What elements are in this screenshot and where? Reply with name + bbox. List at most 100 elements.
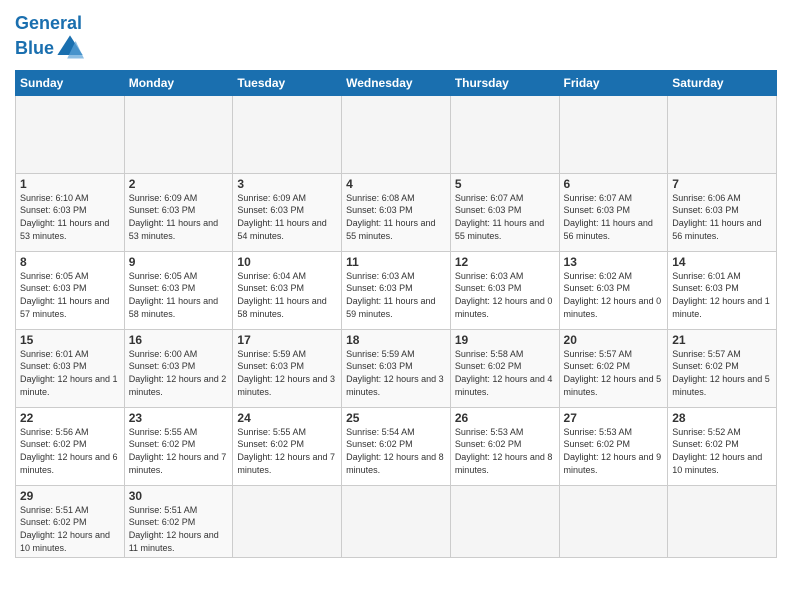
calendar-cell: 27Sunrise: 5:53 AMSunset: 6:02 PMDayligh… [559, 407, 668, 485]
day-info: Sunrise: 5:53 AMSunset: 6:02 PMDaylight:… [455, 426, 555, 476]
calendar-header-cell: Friday [559, 70, 668, 95]
day-number: 7 [672, 177, 772, 191]
day-info: Sunrise: 6:06 AMSunset: 6:03 PMDaylight:… [672, 192, 772, 242]
calendar-cell: 16Sunrise: 6:00 AMSunset: 6:03 PMDayligh… [124, 329, 233, 407]
day-number: 3 [237, 177, 337, 191]
calendar-cell: 22Sunrise: 5:56 AMSunset: 6:02 PMDayligh… [16, 407, 125, 485]
day-number: 4 [346, 177, 446, 191]
day-number: 19 [455, 333, 555, 347]
calendar-cell: 7Sunrise: 6:06 AMSunset: 6:03 PMDaylight… [668, 173, 777, 251]
day-info: Sunrise: 5:55 AMSunset: 6:02 PMDaylight:… [129, 426, 229, 476]
calendar-cell [233, 95, 342, 173]
day-number: 22 [20, 411, 120, 425]
calendar-cell: 2Sunrise: 6:09 AMSunset: 6:03 PMDaylight… [124, 173, 233, 251]
day-number: 10 [237, 255, 337, 269]
day-info: Sunrise: 5:57 AMSunset: 6:02 PMDaylight:… [672, 348, 772, 398]
day-number: 9 [129, 255, 229, 269]
day-info: Sunrise: 5:53 AMSunset: 6:02 PMDaylight:… [564, 426, 664, 476]
calendar-week-row: 29Sunrise: 5:51 AMSunset: 6:02 PMDayligh… [16, 485, 777, 557]
calendar-cell [342, 485, 451, 557]
day-number: 13 [564, 255, 664, 269]
calendar-cell [559, 485, 668, 557]
calendar-cell [668, 95, 777, 173]
calendar-cell: 18Sunrise: 5:59 AMSunset: 6:03 PMDayligh… [342, 329, 451, 407]
day-number: 20 [564, 333, 664, 347]
day-info: Sunrise: 5:56 AMSunset: 6:02 PMDaylight:… [20, 426, 120, 476]
calendar-cell: 19Sunrise: 5:58 AMSunset: 6:02 PMDayligh… [450, 329, 559, 407]
day-number: 30 [129, 489, 229, 503]
day-number: 6 [564, 177, 664, 191]
day-number: 15 [20, 333, 120, 347]
calendar-cell: 26Sunrise: 5:53 AMSunset: 6:02 PMDayligh… [450, 407, 559, 485]
day-info: Sunrise: 6:09 AMSunset: 6:03 PMDaylight:… [237, 192, 337, 242]
logo: General Blue [15, 14, 84, 64]
day-number: 18 [346, 333, 446, 347]
day-info: Sunrise: 5:58 AMSunset: 6:02 PMDaylight:… [455, 348, 555, 398]
calendar-cell: 8Sunrise: 6:05 AMSunset: 6:03 PMDaylight… [16, 251, 125, 329]
day-number: 14 [672, 255, 772, 269]
header: General Blue [15, 10, 777, 64]
calendar-cell: 29Sunrise: 5:51 AMSunset: 6:02 PMDayligh… [16, 485, 125, 557]
day-info: Sunrise: 6:03 AMSunset: 6:03 PMDaylight:… [455, 270, 555, 320]
day-info: Sunrise: 6:02 AMSunset: 6:03 PMDaylight:… [564, 270, 664, 320]
logo-text-blue: Blue [15, 39, 54, 59]
day-number: 17 [237, 333, 337, 347]
calendar-cell: 20Sunrise: 5:57 AMSunset: 6:02 PMDayligh… [559, 329, 668, 407]
day-number: 25 [346, 411, 446, 425]
day-number: 28 [672, 411, 772, 425]
logo-icon [56, 34, 84, 62]
day-number: 21 [672, 333, 772, 347]
day-number: 27 [564, 411, 664, 425]
day-info: Sunrise: 5:51 AMSunset: 6:02 PMDaylight:… [129, 504, 229, 554]
day-info: Sunrise: 5:52 AMSunset: 6:02 PMDaylight:… [672, 426, 772, 476]
day-info: Sunrise: 6:10 AMSunset: 6:03 PMDaylight:… [20, 192, 120, 242]
day-info: Sunrise: 6:08 AMSunset: 6:03 PMDaylight:… [346, 192, 446, 242]
day-info: Sunrise: 5:57 AMSunset: 6:02 PMDaylight:… [564, 348, 664, 398]
day-number: 16 [129, 333, 229, 347]
calendar-cell [233, 485, 342, 557]
calendar-table: SundayMondayTuesdayWednesdayThursdayFrid… [15, 70, 777, 558]
day-number: 11 [346, 255, 446, 269]
calendar-cell: 25Sunrise: 5:54 AMSunset: 6:02 PMDayligh… [342, 407, 451, 485]
day-info: Sunrise: 6:03 AMSunset: 6:03 PMDaylight:… [346, 270, 446, 320]
calendar-cell [450, 485, 559, 557]
calendar-cell [450, 95, 559, 173]
day-info: Sunrise: 6:01 AMSunset: 6:03 PMDaylight:… [20, 348, 120, 398]
calendar-header-cell: Wednesday [342, 70, 451, 95]
day-info: Sunrise: 6:00 AMSunset: 6:03 PMDaylight:… [129, 348, 229, 398]
calendar-header-cell: Thursday [450, 70, 559, 95]
calendar-week-row: 1Sunrise: 6:10 AMSunset: 6:03 PMDaylight… [16, 173, 777, 251]
day-info: Sunrise: 6:09 AMSunset: 6:03 PMDaylight:… [129, 192, 229, 242]
day-info: Sunrise: 6:07 AMSunset: 6:03 PMDaylight:… [455, 192, 555, 242]
day-number: 24 [237, 411, 337, 425]
day-info: Sunrise: 6:07 AMSunset: 6:03 PMDaylight:… [564, 192, 664, 242]
calendar-cell: 14Sunrise: 6:01 AMSunset: 6:03 PMDayligh… [668, 251, 777, 329]
calendar-cell [342, 95, 451, 173]
day-number: 8 [20, 255, 120, 269]
calendar-cell: 15Sunrise: 6:01 AMSunset: 6:03 PMDayligh… [16, 329, 125, 407]
day-info: Sunrise: 5:55 AMSunset: 6:02 PMDaylight:… [237, 426, 337, 476]
day-info: Sunrise: 6:05 AMSunset: 6:03 PMDaylight:… [129, 270, 229, 320]
day-info: Sunrise: 6:04 AMSunset: 6:03 PMDaylight:… [237, 270, 337, 320]
day-info: Sunrise: 6:01 AMSunset: 6:03 PMDaylight:… [672, 270, 772, 320]
calendar-cell: 12Sunrise: 6:03 AMSunset: 6:03 PMDayligh… [450, 251, 559, 329]
calendar-cell [16, 95, 125, 173]
day-info: Sunrise: 5:51 AMSunset: 6:02 PMDaylight:… [20, 504, 120, 554]
calendar-cell: 11Sunrise: 6:03 AMSunset: 6:03 PMDayligh… [342, 251, 451, 329]
calendar-header-cell: Monday [124, 70, 233, 95]
calendar-header-cell: Saturday [668, 70, 777, 95]
calendar-cell: 30Sunrise: 5:51 AMSunset: 6:02 PMDayligh… [124, 485, 233, 557]
page-container: General Blue SundayMondayTuesdayWednesda… [0, 0, 792, 568]
calendar-week-row: 8 Sunrise: 6:05 AMSunset: 6:03 PMDaylight… [16, 251, 777, 329]
calendar-header-cell: Tuesday [233, 70, 342, 95]
calendar-cell: 10Sunrise: 6:04 AMSunset: 6:03 PMDayligh… [233, 251, 342, 329]
day-number: 29 [20, 489, 120, 503]
day-number: 12 [455, 255, 555, 269]
calendar-body: 1Sunrise: 6:10 AMSunset: 6:03 PMDaylight… [16, 95, 777, 557]
day-number: 5 [455, 177, 555, 191]
calendar-cell: 24Sunrise: 5:55 AMSunset: 6:02 PMDayligh… [233, 407, 342, 485]
day-number: 23 [129, 411, 229, 425]
calendar-cell [668, 485, 777, 557]
day-info: Sunrise: 5:54 AMSunset: 6:02 PMDaylight:… [346, 426, 446, 476]
day-number: 1 [20, 177, 120, 191]
